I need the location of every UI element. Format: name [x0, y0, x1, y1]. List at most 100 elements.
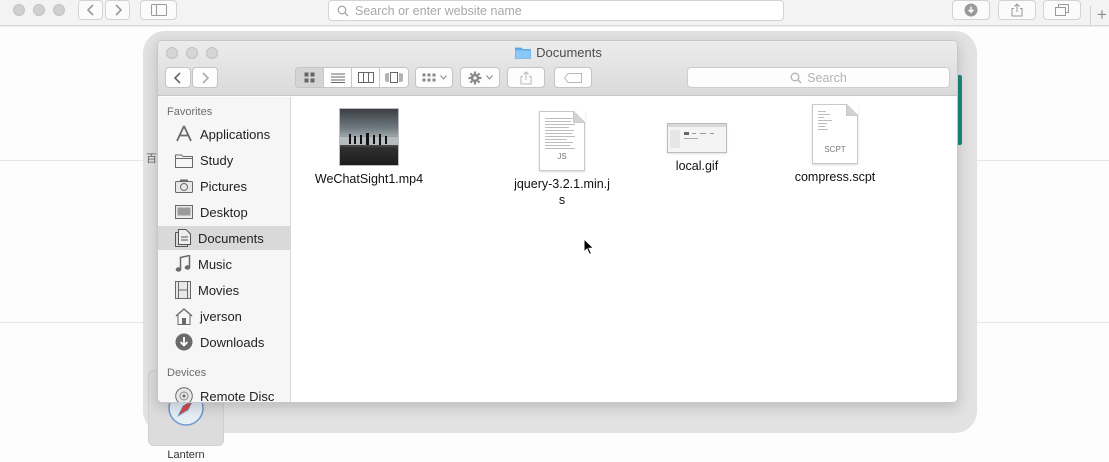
file-name: jquery-3.2.1.min.js [514, 177, 610, 207]
search-icon [790, 72, 802, 83]
file-name: WeChatSight1.mp4 [314, 172, 424, 186]
sidebar-item-label: jverson [200, 308, 242, 324]
columns-icon [357, 72, 374, 83]
js-document-icon: JS [539, 111, 585, 171]
sidebar-item-desktop[interactable]: Desktop [158, 200, 291, 224]
browser-zoom-button[interactable] [53, 4, 65, 16]
chevron-left-icon [174, 71, 181, 84]
script-document-icon: SCPT [812, 104, 858, 164]
sidebar-item-label: Music [198, 256, 232, 272]
sidebar-item-remote-disc[interactable]: Remote Disc [158, 384, 291, 403]
documents-icon [175, 229, 191, 247]
finder-toolbar: Documents Search [158, 41, 957, 96]
window-title: Documents [158, 45, 957, 60]
chevron-right-icon [202, 71, 209, 84]
share-icon [1011, 3, 1023, 17]
grid-icon [304, 72, 315, 83]
column-view-button[interactable] [352, 68, 380, 87]
disc-icon [175, 387, 193, 402]
sidebar-icon [150, 4, 167, 16]
sidebar-item-label: Pictures [200, 178, 247, 194]
sidebar-item-label: Remote Disc [200, 388, 275, 403]
finder-window: Documents Search Favorites Applications … [157, 40, 958, 403]
favorites-header: Favorites [167, 106, 213, 118]
sidebar-item-documents[interactable]: Documents [158, 226, 291, 250]
sidebar-item-study[interactable]: Study [158, 148, 291, 172]
share-icon [520, 70, 532, 84]
home-icon [175, 307, 193, 325]
icon-view-button[interactable] [296, 68, 324, 87]
browser-minimize-button[interactable] [33, 4, 45, 16]
film-icon [175, 281, 191, 299]
background-divider [975, 322, 1109, 323]
view-mode-selector [295, 67, 409, 88]
gif-thumbnail [667, 123, 727, 153]
folder-icon [515, 47, 532, 59]
video-thumbnail [339, 108, 399, 166]
screenshot-preview-image [668, 124, 726, 148]
file-name: local.gif [675, 159, 719, 173]
sidebar-item-label: Desktop [200, 204, 248, 220]
file-browser-area: WeChatSight1.mp4 JS jquery-3.2.1.min.js … [292, 97, 957, 402]
chevron-right-icon [114, 4, 122, 16]
beach-scene-image [340, 133, 398, 145]
sidebar-item-label: Applications [200, 126, 271, 142]
finder-back-button[interactable] [165, 67, 191, 88]
background-divider [0, 160, 143, 161]
download-icon [175, 333, 193, 351]
browser-back-button[interactable] [78, 0, 103, 20]
show-tabs-button[interactable] [1043, 0, 1081, 20]
mouse-cursor-icon [583, 238, 595, 256]
file-name: compress.scpt [794, 170, 876, 184]
browser-toolbar: Search or enter website name + [0, 0, 1109, 26]
list-icon [330, 73, 345, 83]
chevron-down-icon [439, 75, 447, 80]
new-tab-button[interactable]: + [1090, 6, 1109, 26]
dock-app-label: Lantern [167, 449, 205, 461]
background-text: 百 [146, 153, 157, 165]
sidebar-item-music[interactable]: Music [158, 252, 291, 276]
window-title-text: Documents [536, 45, 602, 60]
sidebar-item-pictures[interactable]: Pictures [158, 174, 291, 198]
downloads-button[interactable] [952, 0, 990, 20]
tags-button[interactable] [554, 67, 592, 88]
sidebar-toggle-button[interactable] [140, 0, 177, 20]
cover-flow-button[interactable] [380, 68, 408, 87]
action-button[interactable] [460, 67, 500, 88]
sidebar-item-jverson[interactable]: jverson [158, 304, 291, 328]
cover-flow-icon [385, 72, 403, 83]
share-button[interactable] [507, 67, 545, 88]
sidebar-item-label: Downloads [200, 334, 265, 350]
browser-close-button[interactable] [13, 4, 25, 16]
applications-icon [176, 125, 192, 142]
sidebar-item-movies[interactable]: Movies [158, 278, 291, 302]
devices-header: Devices [167, 367, 207, 379]
folder-icon [175, 154, 193, 168]
address-bar[interactable]: Search or enter website name [328, 0, 784, 21]
camera-icon [175, 179, 193, 193]
file-item-compress[interactable]: SCPT compress.scpt [786, 104, 884, 185]
file-item-jquery[interactable]: JS jquery-3.2.1.min.js [512, 111, 612, 208]
file-type-tag: JS [557, 152, 567, 161]
sidebar-item-label: Study [200, 152, 234, 168]
finder-forward-button[interactable] [192, 67, 218, 88]
search-placeholder: Search [807, 70, 847, 85]
chevron-down-icon [485, 75, 493, 80]
file-item-wechatsight[interactable]: WeChatSight1.mp4 [313, 108, 425, 187]
download-circle-icon [964, 3, 978, 17]
search-icon [337, 5, 349, 16]
background-divider [975, 160, 1109, 161]
sidebar-item-applications[interactable]: Applications [158, 122, 291, 146]
file-type-tag: SCPT [824, 145, 846, 154]
tabs-icon [1055, 4, 1069, 16]
list-view-button[interactable] [324, 68, 352, 87]
arrange-button[interactable] [415, 67, 453, 88]
tag-icon [564, 72, 582, 83]
finder-search-field[interactable]: Search [687, 67, 950, 88]
arrange-grid-icon [422, 73, 435, 81]
file-item-local-gif[interactable]: local.gif [650, 108, 744, 174]
share-button[interactable] [998, 0, 1036, 20]
browser-forward-button[interactable] [105, 0, 130, 20]
sidebar-item-downloads[interactable]: Downloads [158, 330, 291, 354]
music-note-icon [175, 255, 191, 272]
